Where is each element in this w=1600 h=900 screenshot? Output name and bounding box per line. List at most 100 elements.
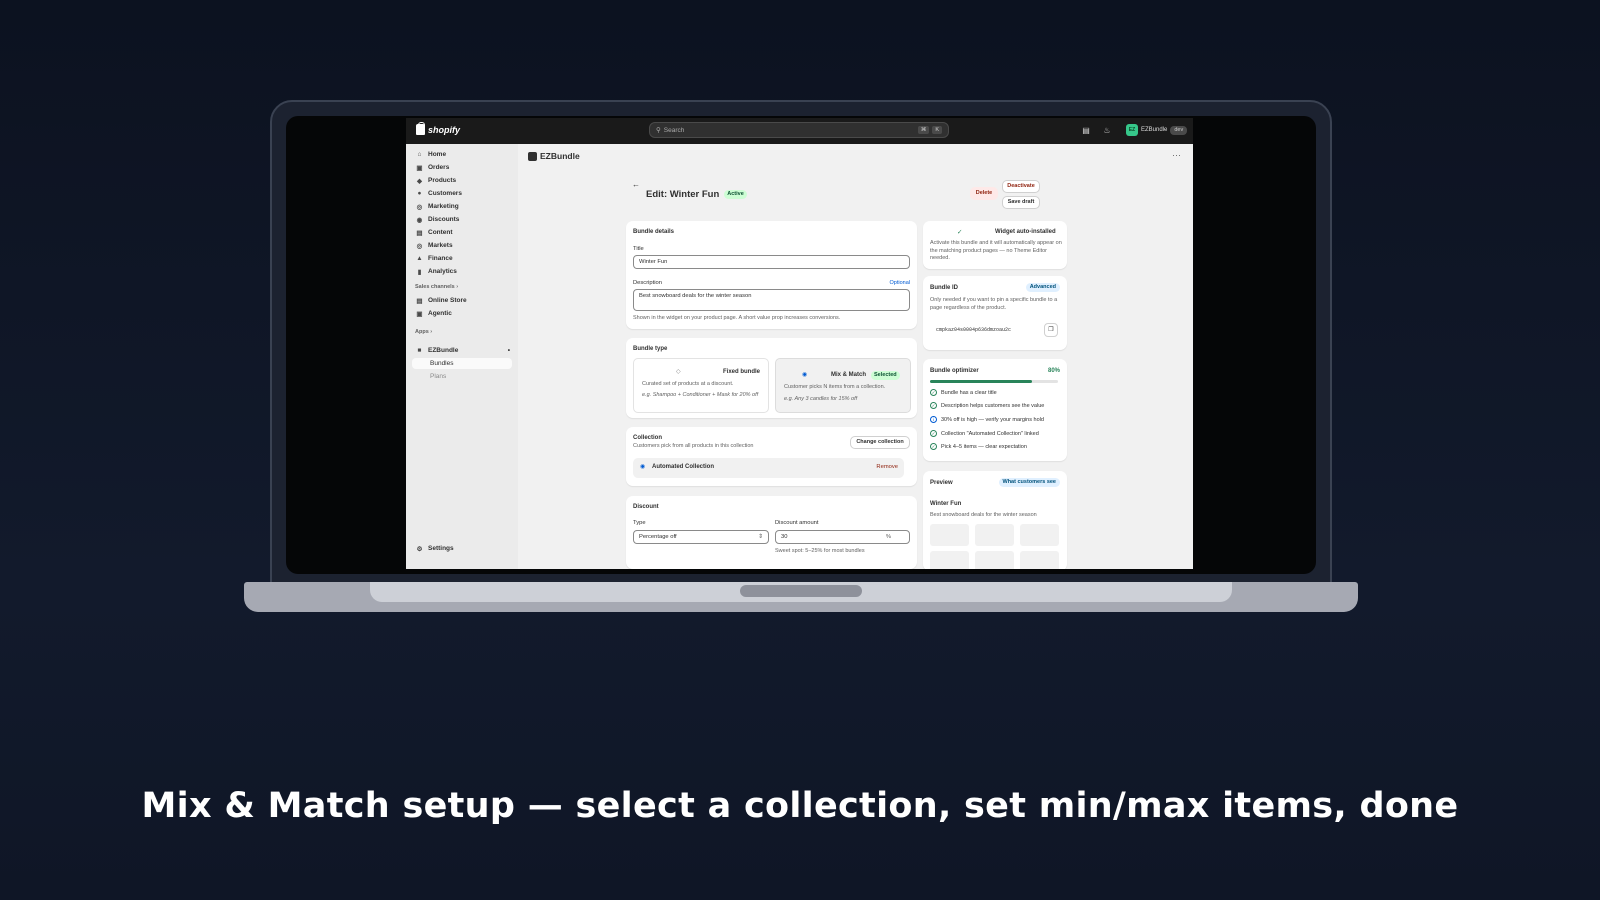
sidebar-item-bundles[interactable]: Bundles <box>412 358 512 369</box>
sidebar-item-products[interactable]: ◆ Products <box>406 175 518 186</box>
copy-icon[interactable]: ❐ <box>1044 323 1058 337</box>
fixed-bundle-option[interactable]: ◇ Fixed bundle Curated set of products a… <box>633 358 769 413</box>
option-desc: Curated set of products at a discount. <box>642 381 734 387</box>
sidebar-item-home[interactable]: ⌂ Home <box>406 149 518 160</box>
optimizer-check: ✓ Description helps customers see the val… <box>930 402 1044 409</box>
check-circle-icon: ✓ <box>957 229 963 236</box>
bell-icon[interactable]: ♨ <box>1102 126 1112 136</box>
sidebar-item-label: Orders <box>428 164 450 171</box>
check-text: Pick 4–5 items — clear expectation <box>941 443 1027 450</box>
bundle-optimizer-card: Bundle optimizer 80% ✓ Bundle has a clear… <box>923 359 1067 461</box>
discount-amount-input[interactable]: 30 % <box>775 530 910 544</box>
sidebar-item-content[interactable]: ▤ Content <box>406 227 518 238</box>
sidebar-item-label: Settings <box>428 545 454 552</box>
sidebar-item-label: Online Store <box>428 297 467 304</box>
sidebar-item-customers[interactable]: ● Customers <box>406 188 518 199</box>
description-textarea[interactable]: Best snowboard deals for the winter seas… <box>633 289 910 311</box>
advanced-badge: Advanced <box>1025 283 1060 292</box>
selected-badge: Selected <box>871 371 900 380</box>
sidebar-item-label: Bundles <box>430 360 454 367</box>
agentic-icon: ▣ <box>416 310 423 318</box>
laptop-notch <box>740 585 862 597</box>
preview-product-placeholder <box>1020 524 1059 546</box>
mix-match-option[interactable]: ◉ Mix & Match Selected Customer picks N … <box>775 358 911 413</box>
search-shortcut: ⌘ K <box>917 126 942 134</box>
sales-channels-heading[interactable]: Sales channels › <box>415 284 458 290</box>
tag-icon: ◇ <box>676 369 681 375</box>
optimizer-check: ✓ Collection "Automated Collection" linke… <box>930 430 1039 437</box>
chevron-right-icon: › <box>430 329 433 335</box>
card-heading: Discount <box>633 504 659 510</box>
sidebar-item-finance[interactable]: ▲ Finance <box>406 253 518 264</box>
title-input[interactable]: Winter Fun <box>633 255 910 269</box>
more-actions-icon[interactable]: ··· <box>1172 150 1181 160</box>
preview-product-placeholder <box>975 551 1014 569</box>
optimizer-score: 80% <box>1047 368 1060 374</box>
check-text: Description helps customers see the valu… <box>941 402 1045 409</box>
discount-amount-value: 30 <box>781 534 788 540</box>
search-input[interactable]: ⚲ Search ⌘ K <box>649 122 949 138</box>
apps-label: Apps <box>415 329 429 335</box>
preview-badge: What customers see <box>998 478 1060 487</box>
bundle-id-desc: Only needed if you want to pin a specifi… <box>930 297 1058 311</box>
change-collection-button[interactable]: Change collection <box>850 436 910 449</box>
main-content: EZBundle ··· ← Edit: Winter Fun Active D… <box>518 144 1193 569</box>
discount-amount-label: Discount amount <box>775 520 819 526</box>
shopify-bag-icon <box>416 122 425 135</box>
status-badge: Active <box>724 190 747 199</box>
bundle-details-card: Bundle details Title Winter Fun Descript… <box>626 221 917 329</box>
preview-bundle-desc: Best snowboard deals for the winter seas… <box>930 512 1037 518</box>
store-name: EZBundle <box>1141 127 1168 133</box>
shopify-logo[interactable]: shopify <box>416 122 460 135</box>
back-arrow-icon[interactable]: ← <box>632 180 640 189</box>
sidebar-item-agentic[interactable]: ▣ Agentic <box>406 308 518 319</box>
preview-product-placeholder <box>975 524 1014 546</box>
description-label: Description <box>633 280 662 286</box>
bundle-id-card: Bundle ID Advanced Only needed if you wa… <box>923 276 1067 350</box>
check-text: 30% off is high — verify your margins ho… <box>941 416 1044 423</box>
sidebar-item-marketing[interactable]: ◎ Marketing <box>406 201 518 212</box>
percent-suffix: % <box>885 534 891 540</box>
sidebar-item-discounts[interactable]: ◉ Discounts <box>406 214 518 225</box>
sidebar-item-ezbundle[interactable]: ■ EZBundle • <box>406 345 518 356</box>
store-menu[interactable]: EZ EZBundle dev <box>1126 124 1188 136</box>
sidebar-item-analytics[interactable]: ▮ Analytics <box>406 266 518 277</box>
tag-icon: ◆ <box>417 177 422 185</box>
home-icon: ⌂ <box>417 151 422 158</box>
bank-icon: ▲ <box>416 255 423 262</box>
store-switch-icon[interactable]: ▤ <box>1081 126 1091 136</box>
check-circle-icon: ✓ <box>930 443 937 450</box>
description-help-text: Shown in the widget on your product page… <box>633 315 841 321</box>
sidebar-item-markets[interactable]: ◎ Markets <box>406 240 518 251</box>
sidebar-item-plans[interactable]: Plans <box>406 371 518 382</box>
chart-icon: ▮ <box>417 268 422 276</box>
bundle-type-card: Bundle type ◇ Fixed bundle Curated set o… <box>626 338 917 418</box>
shortcut-key: K <box>932 126 942 134</box>
pin-icon[interactable]: • <box>508 347 510 354</box>
title-label: Title <box>633 246 644 252</box>
sidebar-item-label: EZBundle <box>428 347 459 354</box>
sidebar-item-label: Markets <box>428 242 453 249</box>
discount-type-label: Type <box>633 520 646 526</box>
person-icon: ● <box>417 190 422 197</box>
option-title: Fixed bundle <box>723 369 761 375</box>
bundle-id-title: Bundle ID <box>930 285 958 291</box>
card-heading: Collection <box>633 435 663 441</box>
card-heading: Bundle details <box>633 229 675 235</box>
deactivate-button[interactable]: Deactivate <box>1002 180 1040 193</box>
save-draft-button[interactable]: Save draft <box>1002 196 1040 209</box>
discount-type-select[interactable]: Percentage off ⇕ <box>633 530 769 544</box>
preview-bundle-title: Winter Fun <box>930 501 962 507</box>
app-icon: ■ <box>417 347 422 354</box>
option-example: e.g. Any 3 candles for 15% off <box>784 396 858 402</box>
delete-button[interactable]: Delete <box>970 187 998 200</box>
remove-collection-button[interactable]: Remove <box>876 464 898 470</box>
sidebar-item-label: Home <box>428 151 447 158</box>
sidebar: ⌂ Home ▣ Orders ◆ Products ● Customers ◎ Mark… <box>406 144 518 569</box>
caption: Mix & Match setup — select a collection,… <box>141 786 1459 826</box>
sidebar-item-settings[interactable]: ⚙ Settings <box>406 543 518 554</box>
discount-card: Discount Type Percentage off ⇕ Discount … <box>626 496 917 569</box>
sidebar-item-online-store[interactable]: ▤ Online Store <box>406 295 518 306</box>
apps-heading[interactable]: Apps › <box>415 329 432 335</box>
sidebar-item-orders[interactable]: ▣ Orders <box>406 162 518 173</box>
